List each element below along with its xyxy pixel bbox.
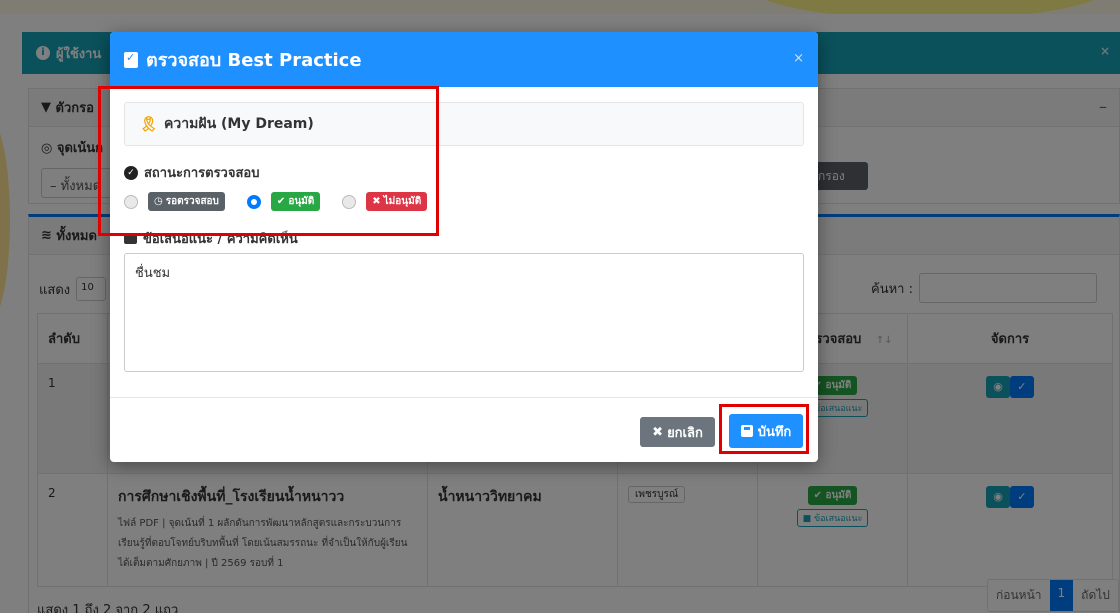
- category-label: ความฝัน (My Dream): [164, 116, 314, 132]
- pending-badge: ◷ รอตรวจสอบ: [148, 192, 225, 211]
- review-modal: ตรวจสอบ Best Practice × 🎗 ความฝัน (My Dr…: [110, 32, 818, 462]
- rejected-badge: ✖ ไม่อนุมัติ: [366, 192, 428, 211]
- modal-header: ตรวจสอบ Best Practice: [110, 32, 818, 87]
- save-button[interactable]: บันทึก: [729, 414, 803, 448]
- x-icon: ✖: [652, 424, 664, 440]
- save-label: บันทึก: [757, 424, 792, 440]
- check-circle-icon: ✓: [124, 165, 138, 180]
- status-label: ✓ สถานะการตรวจสอบ: [124, 162, 259, 183]
- cancel-label: ยกเลิก: [667, 425, 703, 441]
- close-icon[interactable]: ×: [793, 51, 804, 66]
- comment-textarea[interactable]: ชื่นชม: [124, 253, 804, 372]
- radio-rejected[interactable]: [342, 194, 357, 209]
- category-box: 🎗 ความฝัน (My Dream): [124, 102, 804, 146]
- status-radio-group: ◷ รอตรวจสอบ ✔ อนุมัติ ✖ ไม่อนุมัติ: [124, 192, 449, 211]
- floppy-disk-icon: [740, 425, 753, 437]
- status-option-pending[interactable]: ◷ รอตรวจสอบ: [124, 192, 225, 211]
- radio-approved[interactable]: [246, 194, 261, 209]
- comment-label-text: ข้อเสนอแนะ / ความคิดเห็น: [143, 232, 298, 247]
- comment-icon: [124, 233, 137, 244]
- status-option-rejected[interactable]: ✖ ไม่อนุมัติ: [342, 192, 428, 211]
- status-label-text: สถานะการตรวจสอบ: [144, 166, 260, 181]
- approved-badge: ✔ อนุมัติ: [270, 192, 321, 211]
- comment-label: ข้อเสนอแนะ / ความคิดเห็น: [124, 228, 298, 249]
- radio-pending[interactable]: [124, 194, 138, 209]
- status-option-approved[interactable]: ✔ อนุมัติ: [246, 192, 321, 211]
- cancel-button[interactable]: ✖ ยกเลิก: [640, 417, 715, 447]
- modal-title: ตรวจสอบ Best Practice: [146, 50, 362, 71]
- medal-icon: 🎗: [139, 115, 159, 133]
- clipboard-check-icon: [124, 51, 138, 68]
